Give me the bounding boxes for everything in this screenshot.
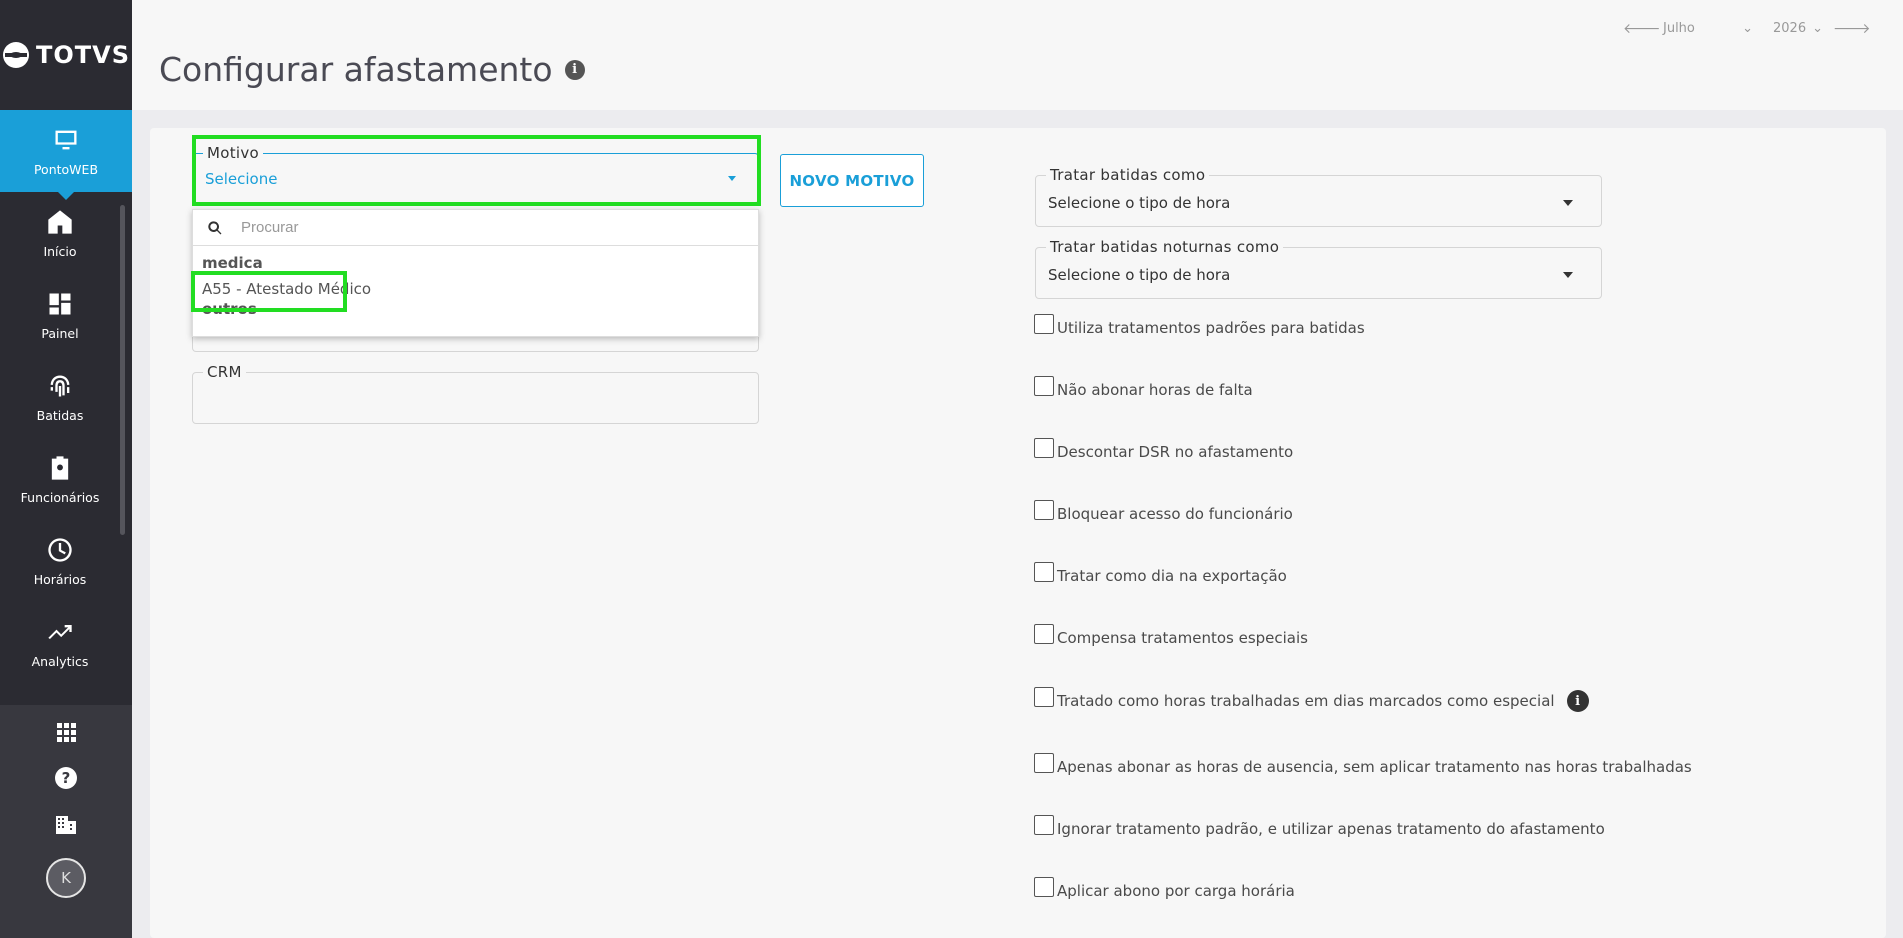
search-icon (208, 220, 222, 234)
checkbox[interactable] (1034, 624, 1054, 644)
period-selector: 🡐 Julho ⌄ 2026 ⌄ 🡒 (1623, 20, 1871, 37)
tratar-batidas-select[interactable]: Tratar batidas como Selecione o tipo de … (1035, 166, 1602, 227)
form-card: Motivo Selecione NOVO MOTIVO medica A55 … (150, 128, 1886, 938)
avatar[interactable]: K (46, 858, 86, 898)
check-row[interactable]: Descontar DSR no afastamento (1034, 438, 1294, 462)
sidebar-item-label: Funcionários (20, 489, 100, 505)
totvs-logo[interactable]: TOTVS (0, 0, 132, 110)
checkbox-label: Não abonar horas de falta (1057, 381, 1253, 399)
sidebar-scrollbar[interactable] (120, 205, 125, 535)
month-select[interactable]: Julho ⌄ (1653, 21, 1763, 36)
arrow-left-icon[interactable]: 🡐 (1623, 20, 1661, 37)
dropdown-search (193, 210, 758, 246)
checkbox[interactable] (1034, 687, 1054, 707)
totvs-logo-icon (2, 42, 29, 68)
svg-text:?: ? (62, 769, 71, 787)
page-title: Configurar afastamento i (159, 50, 585, 89)
checkbox[interactable] (1034, 753, 1054, 773)
dashboard-icon (49, 293, 71, 314)
checkbox-label: Aplicar abono por carga horária (1057, 882, 1295, 900)
info-icon[interactable]: i (1566, 690, 1589, 712)
motivo-dropdown: medica A55 - Atestado Médico outros (192, 209, 759, 337)
motivo-label: Motivo (203, 144, 264, 162)
page-header: Configurar afastamento i 🡐 Julho ⌄ 2026 … (132, 0, 1903, 110)
chevron-down-icon: ⌄ (1812, 21, 1823, 36)
page-title-text: Configurar afastamento (159, 50, 553, 89)
caret-down-icon (1563, 272, 1573, 278)
sidebar-item-label: Analytics (31, 653, 89, 669)
novo-motivo-button[interactable]: NOVO MOTIVO (780, 154, 924, 207)
sidebar-item-label: Início (43, 243, 77, 259)
tratar-noturnas-value: Selecione o tipo de hora (1048, 266, 1231, 284)
check-row[interactable]: Compensa tratamentos especiais (1034, 624, 1308, 648)
check-row[interactable]: Bloquear acesso do funcionário (1034, 500, 1293, 524)
sidebar-item-funcionarios[interactable]: Funcionários (0, 438, 132, 520)
check-row[interactable]: Tratado como horas trabalhadas em dias m… (1034, 687, 1589, 712)
motivo-select[interactable]: Motivo Selecione (192, 144, 759, 203)
sidebar-item-inicio[interactable]: Início (0, 192, 132, 274)
checkbox-label: Descontar DSR no afastamento (1057, 443, 1294, 461)
building-icon[interactable] (54, 812, 78, 836)
arrow-right-icon[interactable]: 🡒 (1833, 20, 1871, 37)
crm-label: CRM (203, 363, 246, 381)
fingerprint-icon (50, 375, 70, 396)
sidebar-item-painel[interactable]: Painel (0, 274, 132, 356)
check-row[interactable]: Ignorar tratamento padrão, e utilizar ap… (1034, 815, 1605, 839)
checkbox-label: Tratado como horas trabalhadas em dias m… (1057, 692, 1555, 710)
tratar-batidas-label: Tratar batidas como (1046, 166, 1210, 184)
sidebar-item-pontoweb[interactable]: PontoWEB (0, 110, 132, 200)
trending-up-icon (48, 624, 72, 639)
home-icon (48, 209, 72, 234)
tratar-noturnas-select[interactable]: Tratar batidas noturnas como Selecione o… (1035, 238, 1602, 299)
checkbox[interactable] (1034, 815, 1054, 835)
checkbox[interactable] (1034, 562, 1054, 582)
sidebar-item-label: Painel (41, 325, 79, 341)
checkbox[interactable] (1034, 877, 1054, 897)
clock-icon (48, 537, 72, 562)
badge-icon (51, 455, 69, 480)
checkbox-label: Ignorar tratamento padrão, e utilizar ap… (1057, 820, 1605, 838)
sidebar-item-batidas[interactable]: Batidas (0, 356, 132, 438)
sidebar-bottom: ? K (0, 705, 132, 938)
sidebar: TOTVS PontoWEB Início Painel Batidas Fun… (0, 0, 132, 938)
logo-text: TOTVS (35, 41, 130, 69)
motivo-value: Selecione (205, 170, 278, 188)
dropdown-group-medica: medica (202, 254, 263, 272)
year-select[interactable]: 2026 ⌄ (1763, 21, 1833, 36)
month-value: Julho (1663, 21, 1695, 36)
dropdown-search-input[interactable] (241, 219, 721, 236)
sidebar-item-label: Batidas (36, 407, 84, 423)
chevron-down-icon: ⌄ (1742, 21, 1753, 36)
checkbox[interactable] (1034, 376, 1054, 396)
sidebar-item-analytics[interactable]: Analytics (0, 602, 132, 684)
checkbox-label: Bloquear acesso do funcionário (1057, 505, 1293, 523)
check-row[interactable]: Apenas abonar as horas de ausencia, sem … (1034, 753, 1692, 777)
tratar-noturnas-label: Tratar batidas noturnas como (1046, 238, 1284, 256)
checkbox[interactable] (1034, 314, 1054, 334)
caret-down-icon (728, 176, 736, 181)
info-icon[interactable]: i (564, 59, 585, 80)
sidebar-item-horarios[interactable]: Horários (0, 520, 132, 602)
checkbox-label: Utiliza tratamentos padrões para batidas (1057, 319, 1365, 337)
sidebar-item-label: PontoWEB (33, 161, 99, 177)
check-row[interactable]: Não abonar horas de falta (1034, 376, 1253, 400)
apps-grid-icon[interactable] (54, 720, 78, 744)
checkbox-label: Compensa tratamentos especiais (1057, 629, 1308, 647)
help-icon[interactable]: ? (54, 766, 78, 790)
year-value: 2026 (1773, 21, 1807, 36)
tratar-batidas-value: Selecione o tipo de hora (1048, 194, 1231, 212)
check-row[interactable]: Tratar como dia na exportação (1034, 562, 1287, 586)
check-row[interactable]: Aplicar abono por carga horária (1034, 877, 1295, 901)
sidebar-item-label: Horários (33, 571, 87, 587)
checkbox[interactable] (1034, 438, 1054, 458)
crm-field[interactable]: CRM (192, 363, 759, 424)
checkbox-label: Apenas abonar as horas de ausencia, sem … (1057, 758, 1692, 776)
checkbox-label: Tratar como dia na exportação (1057, 567, 1287, 585)
check-row[interactable]: Utiliza tratamentos padrões para batidas (1034, 314, 1365, 338)
checkbox[interactable] (1034, 500, 1054, 520)
monitor-icon (55, 130, 77, 149)
caret-down-icon (1563, 200, 1573, 206)
